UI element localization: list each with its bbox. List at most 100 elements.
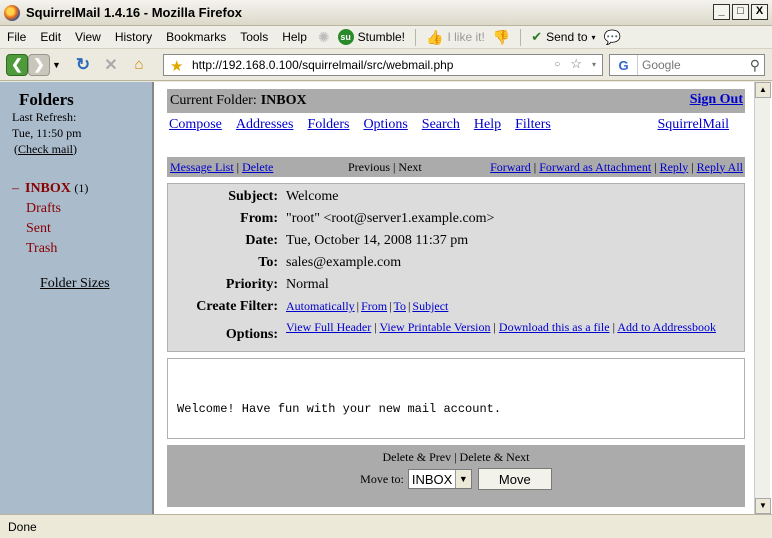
message-nav-bar: Message List | Delete Previous | Next Forw… bbox=[167, 157, 745, 177]
send-to-button[interactable]: ✔ Send to ▾ bbox=[527, 29, 599, 45]
filters-link[interactable]: Filters bbox=[515, 117, 551, 133]
delete-link[interactable]: Delete bbox=[242, 160, 273, 175]
current-folder-bar: Current Folder: INBOX Sign Out bbox=[167, 89, 745, 113]
google-search-engine-icon[interactable]: G bbox=[610, 55, 638, 75]
move-button[interactable]: Move bbox=[477, 468, 552, 490]
separator: | bbox=[533, 159, 537, 174]
separator: | bbox=[407, 299, 411, 313]
search-icon[interactable]: ⚲ bbox=[750, 57, 760, 74]
folder-inbox-label[interactable]: INBOX bbox=[25, 181, 71, 196]
comment-button[interactable]: 💬 bbox=[600, 29, 625, 46]
view-printable-link[interactable]: View Printable Version bbox=[379, 320, 490, 334]
folder-item-trash[interactable]: Trash bbox=[12, 239, 88, 259]
history-dropdown-icon[interactable]: ▼ bbox=[52, 60, 62, 70]
url-bar[interactable]: ★ http://192.168.0.100/squirrelmail/src/… bbox=[163, 54, 603, 76]
last-refresh: Last Refresh: Tue, 11:50 pm bbox=[12, 109, 81, 141]
minimize-button[interactable]: _ bbox=[713, 4, 730, 20]
folder-item-inbox[interactable]: – INBOX (1) bbox=[12, 178, 88, 199]
thumbs-down-button[interactable]: 👎 bbox=[489, 29, 514, 46]
url-dropdown-icon[interactable]: ▾ bbox=[592, 56, 596, 74]
filter-automatically-link[interactable]: Automatically bbox=[286, 299, 355, 313]
i-like-it-button[interactable]: 👍 I like it! bbox=[422, 29, 489, 46]
message-body-text: Welcome! Have fun with your new mail acc… bbox=[177, 402, 502, 416]
download-file-link[interactable]: Download this as a file bbox=[499, 320, 610, 334]
move-to-select[interactable]: INBOX ▼ bbox=[407, 469, 472, 489]
menu-edit[interactable]: Edit bbox=[33, 30, 68, 44]
url-bar-controls: ○ ☆ ▾ bbox=[554, 56, 596, 74]
message-headers: Subject: Welcome From: "root" <root@serv… bbox=[167, 183, 745, 352]
filter-subject-link[interactable]: Subject bbox=[412, 299, 448, 313]
options-link[interactable]: Options bbox=[363, 117, 407, 133]
reply-all-link[interactable]: Reply All bbox=[697, 160, 743, 174]
toolbar-separator bbox=[520, 28, 522, 46]
filter-from-link[interactable]: From bbox=[361, 299, 387, 313]
check-mail-link[interactable]: Check mail bbox=[18, 142, 73, 156]
menu-tools[interactable]: Tools bbox=[233, 30, 275, 44]
scroll-down-icon[interactable]: ▼ bbox=[755, 498, 771, 514]
scroll-up-icon[interactable]: ▲ bbox=[755, 82, 771, 98]
chevron-down-icon[interactable]: ▼ bbox=[454, 470, 471, 488]
add-to-addressbook-link[interactable]: Add to Addressbook bbox=[617, 320, 716, 334]
stop-button[interactable]: ✕ bbox=[100, 54, 122, 76]
back-button[interactable]: ❮ bbox=[6, 53, 28, 76]
create-filter-label: Create Filter: bbox=[196, 299, 278, 314]
folder-item-drafts[interactable]: Drafts bbox=[12, 199, 88, 219]
folder-list: – INBOX (1) Drafts Sent Trash bbox=[12, 178, 88, 259]
i-like-it-label: I like it! bbox=[447, 30, 485, 44]
maximize-button[interactable]: □ bbox=[732, 4, 749, 20]
check-icon: ✔ bbox=[531, 29, 543, 44]
message-list-link[interactable]: Message List bbox=[170, 160, 234, 175]
addresses-link[interactable]: Addresses bbox=[236, 117, 294, 133]
reload-icon: ↻ bbox=[75, 54, 91, 74]
view-full-header-link[interactable]: View Full Header bbox=[286, 320, 371, 334]
menu-help[interactable]: Help bbox=[275, 30, 314, 44]
stumble-button[interactable]: su Stumble! bbox=[334, 29, 409, 45]
previous-label: Previous bbox=[348, 159, 390, 174]
speech-bubble-icon: 💬 bbox=[603, 28, 621, 45]
folders-heading: Folders bbox=[19, 90, 74, 109]
delete-prev-label: Delete & Prev bbox=[382, 450, 452, 464]
folder-sizes-link[interactable]: Folder Sizes bbox=[40, 276, 110, 292]
squirrelmail-link[interactable]: SquirrelMail bbox=[657, 117, 729, 133]
home-button[interactable]: ⌂ bbox=[128, 54, 150, 76]
search-link[interactable]: Search bbox=[422, 117, 460, 133]
date-label: Date: bbox=[245, 233, 278, 248]
vertical-scrollbar[interactable]: ▲ ▼ bbox=[754, 82, 771, 514]
search-bar[interactable]: G ⚲ bbox=[609, 54, 765, 76]
close-button[interactable]: X bbox=[751, 4, 768, 20]
forward-link[interactable]: Forward bbox=[490, 160, 531, 174]
forward-button[interactable]: ❯ bbox=[28, 53, 50, 76]
bookmark-star-icon[interactable]: ★ bbox=[170, 57, 183, 75]
stop-icon: ✕ bbox=[104, 56, 118, 74]
reply-link[interactable]: Reply bbox=[660, 160, 689, 174]
reload-button[interactable]: ↻ bbox=[72, 54, 94, 76]
menu-file[interactable]: File bbox=[0, 30, 33, 44]
status-text: Done bbox=[8, 519, 37, 534]
options-label: Options: bbox=[225, 327, 278, 342]
compose-link[interactable]: Compose bbox=[169, 117, 222, 133]
unread-count: (1) bbox=[74, 181, 89, 195]
filter-to-link[interactable]: To bbox=[393, 299, 406, 313]
search-input[interactable] bbox=[638, 56, 738, 74]
title-bar: SquirrelMail 1.4.16 - Mozilla Firefox _ … bbox=[0, 0, 772, 26]
forward-attachment-link[interactable]: Forward as Attachment bbox=[539, 160, 651, 174]
help-link[interactable]: Help bbox=[474, 117, 501, 133]
folders-link[interactable]: Folders bbox=[307, 117, 349, 133]
star-outline-icon[interactable]: ☆ bbox=[570, 56, 582, 74]
last-refresh-time: Tue, 11:50 pm bbox=[12, 126, 82, 140]
sign-out-link[interactable]: Sign Out bbox=[690, 92, 743, 108]
folder-pane: Folders Last Refresh: Tue, 11:50 pm (Che… bbox=[0, 82, 154, 514]
to-label: To: bbox=[258, 255, 278, 270]
page-content: Folders Last Refresh: Tue, 11:50 pm (Che… bbox=[0, 82, 772, 514]
folder-item-sent[interactable]: Sent bbox=[12, 219, 88, 239]
subject-label: Subject: bbox=[228, 189, 278, 204]
collapse-toggle[interactable]: – bbox=[12, 181, 19, 196]
thumbs-up-icon: 👍 bbox=[426, 28, 444, 45]
prev-next: Previous | Next bbox=[348, 160, 422, 175]
stumble-label: Stumble! bbox=[357, 30, 405, 44]
subject-value: Welcome bbox=[286, 189, 339, 204]
menu-bookmarks[interactable]: Bookmarks bbox=[159, 30, 233, 44]
status-bar: Done bbox=[0, 514, 772, 538]
menu-history[interactable]: History bbox=[108, 30, 159, 44]
menu-view[interactable]: View bbox=[68, 30, 108, 44]
